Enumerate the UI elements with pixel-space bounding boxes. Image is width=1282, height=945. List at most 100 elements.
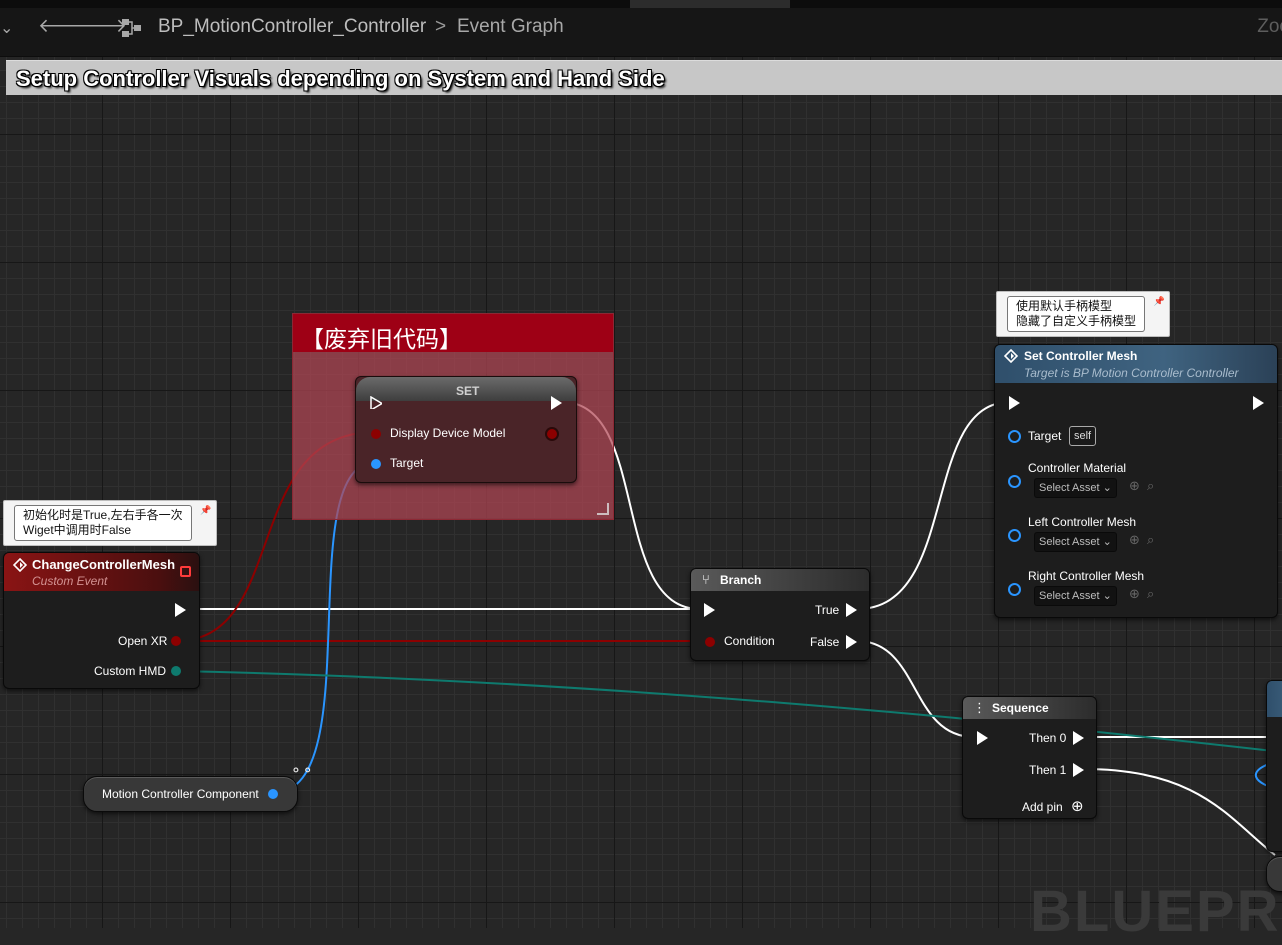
- note2-line-2: 隐藏了自定义手柄模型: [1016, 314, 1137, 328]
- branch-exec-in-pin[interactable]: [704, 603, 715, 617]
- custom-hmd-pin[interactable]: [171, 666, 181, 676]
- left-controller-mesh-select[interactable]: Select Asset ⌄: [1034, 532, 1117, 552]
- sequence-title: Sequence: [992, 701, 1049, 715]
- controller-material-select[interactable]: Select Asset ⌄: [1034, 478, 1117, 498]
- left-controller-mesh-pin[interactable]: [1008, 529, 1021, 542]
- branch-true-label: True: [815, 603, 840, 617]
- display-device-model-out-pin[interactable]: [547, 429, 557, 439]
- open-xr-label: Open XR: [118, 634, 168, 648]
- editor-toolbar: ⌄ 🡐 🡒 BP_MotionController_Controller > E…: [0, 0, 1282, 57]
- note-line-1: 初始化时是True,左右手各一次: [23, 508, 183, 522]
- branch-icon: ⑂: [702, 572, 710, 587]
- stop-delegate-icon[interactable]: [180, 566, 191, 577]
- display-device-model-pin[interactable]: [371, 429, 381, 439]
- event-diamond-icon: [13, 558, 27, 572]
- function-icon: [1004, 349, 1018, 363]
- wire-exec-true-to-setmesh: [856, 401, 1011, 610]
- target-self-field[interactable]: self: [1069, 426, 1097, 446]
- right-controller-mesh-label: Right Controller Mesh: [1028, 569, 1145, 583]
- group-header[interactable]: 【废弃旧代码】: [293, 314, 613, 352]
- comment-bubble-change-controller[interactable]: 初始化时是True,左右手各一次 Wiget中调用时False 📌: [3, 500, 217, 546]
- branch-node[interactable]: ⑂ Branch True Condition False: [690, 568, 870, 661]
- display-device-model-label: Display Device Model: [390, 426, 506, 440]
- pin-icon[interactable]: 📌: [1154, 294, 1165, 309]
- branch-condition-pin[interactable]: [705, 637, 715, 647]
- wire-exec-then1: [1083, 768, 1276, 856]
- select-asset-text: Select Asset: [1039, 482, 1100, 494]
- then1-label: Then 1: [1029, 763, 1067, 777]
- sequence-icon: ⋮: [973, 700, 986, 715]
- controller-material-pin[interactable]: [1008, 475, 1021, 488]
- select-asset-text: Select Asset: [1039, 590, 1100, 602]
- event-title: ChangeControllerMesh: [32, 557, 176, 572]
- setmesh-exec-out-pin[interactable]: [1253, 396, 1264, 410]
- branch-title: Branch: [720, 573, 762, 587]
- add-pin-icon[interactable]: ⊕: [1071, 797, 1084, 815]
- comment-bubble-set-controller-mesh[interactable]: 使用默认手柄模型 隐藏了自定义手柄模型 📌: [996, 291, 1171, 337]
- zoom-label: Zoo: [1257, 16, 1282, 37]
- motion-controller-out-pin[interactable]: [268, 789, 278, 799]
- set-node-title: SET: [456, 384, 480, 398]
- set-node[interactable]: SET Display Device Model Target: [355, 376, 577, 483]
- change-controller-mesh-event[interactable]: ChangeControllerMesh Custom Event Open X…: [3, 552, 200, 689]
- use-selected-icon[interactable]: ⊕: [1129, 586, 1140, 602]
- branch-header: [691, 569, 869, 591]
- arrow-right-icon[interactable]: 🡒: [76, 14, 127, 38]
- browse-icon[interactable]: ⌕: [1147, 478, 1154, 494]
- branch-condition-label: Condition: [724, 634, 775, 648]
- branch-false-label: False: [810, 635, 840, 649]
- chevron-down-icon[interactable]: ⌄: [0, 18, 13, 38]
- setmesh-exec-in-pin[interactable]: [1009, 396, 1020, 410]
- controller-material-label: Controller Material: [1028, 461, 1127, 475]
- wire-struct-customhmd: [175, 670, 1282, 753]
- set-target-pin[interactable]: [371, 459, 381, 469]
- blueprint-watermark: BLUEPRIN: [1030, 879, 1282, 944]
- breadcrumb-blueprint[interactable]: BP_MotionController_Controller: [158, 16, 426, 38]
- group-title: 【废弃旧代码】: [301, 326, 462, 352]
- sequence-exec-in-pin[interactable]: [977, 731, 988, 745]
- browse-icon[interactable]: ⌕: [1147, 586, 1154, 602]
- right-controller-mesh-select[interactable]: Select Asset ⌄: [1034, 586, 1117, 606]
- then1-pin[interactable]: [1073, 763, 1084, 777]
- use-selected-icon[interactable]: ⊕: [1129, 478, 1140, 494]
- exec-in-pin[interactable]: [370, 396, 382, 409]
- set-controller-mesh-node[interactable]: Set Controller Mesh Target is BP Motion …: [994, 344, 1278, 618]
- custom-hmd-label: Custom HMD: [94, 664, 167, 678]
- set-target-label: Target: [390, 456, 424, 470]
- offscreen-node-header: [1267, 681, 1282, 717]
- motion-controller-component-node[interactable]: Motion Controller Component: [83, 776, 298, 812]
- resize-handle-icon[interactable]: [597, 503, 609, 515]
- comment-title: Setup Controller Visuals depending on Sy…: [16, 66, 665, 91]
- blueprint-graph-icon: [122, 19, 141, 37]
- use-selected-icon[interactable]: ⊕: [1129, 532, 1140, 548]
- comment-header[interactable]: Setup Controller Visuals depending on Sy…: [6, 60, 1282, 95]
- active-tab[interactable]: [630, 0, 790, 8]
- note-line-2: Wiget中调用时False: [23, 523, 132, 537]
- reroute-bubble-icon: ⚬⚬: [290, 762, 314, 778]
- function-subtitle: Target is BP Motion Controller Controlle…: [1024, 366, 1239, 380]
- event-subtitle: Custom Event: [32, 574, 108, 588]
- offscreen-node[interactable]: [1266, 680, 1282, 852]
- event-exec-out-pin[interactable]: [175, 603, 186, 617]
- pin-icon[interactable]: 📌: [200, 503, 211, 518]
- branch-true-pin[interactable]: [846, 603, 857, 617]
- note2-line-1: 使用默认手柄模型: [1016, 299, 1113, 313]
- add-pin-label[interactable]: Add pin: [1022, 800, 1063, 814]
- setmesh-target-pin[interactable]: [1008, 430, 1021, 443]
- breadcrumb-event-graph[interactable]: Event Graph: [457, 16, 564, 38]
- open-xr-pin[interactable]: [171, 636, 181, 646]
- breadcrumb-separator: >: [435, 16, 447, 37]
- motion-controller-label: Motion Controller Component: [102, 787, 259, 801]
- left-controller-mesh-label: Left Controller Mesh: [1028, 515, 1137, 529]
- sequence-node[interactable]: ⋮ Sequence Then 0 Then 1 Add pin ⊕: [962, 696, 1097, 819]
- branch-false-pin[interactable]: [846, 635, 857, 649]
- setmesh-target-label: Target: [1028, 429, 1062, 443]
- wire-exec-false-to-sequence: [856, 640, 975, 738]
- exec-out-pin[interactable]: [551, 396, 562, 410]
- browse-icon[interactable]: ⌕: [1147, 532, 1154, 548]
- then0-pin[interactable]: [1073, 731, 1084, 745]
- right-controller-mesh-pin[interactable]: [1008, 583, 1021, 596]
- function-title: Set Controller Mesh: [1024, 349, 1138, 363]
- then0-label: Then 0: [1029, 731, 1067, 745]
- select-asset-text: Select Asset: [1039, 536, 1100, 548]
